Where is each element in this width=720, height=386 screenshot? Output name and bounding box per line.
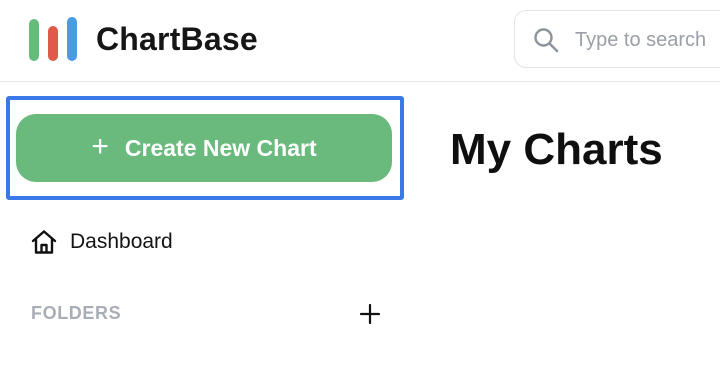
create-new-chart-button[interactable]: + Create New Chart	[16, 114, 392, 182]
folders-label: FOLDERS	[31, 303, 122, 323]
app-window: ChartBase + Create New Chart Dashboard F…	[0, 0, 720, 386]
logo-bar-green	[29, 19, 39, 61]
sidebar-item-dashboard[interactable]: Dashboard	[30, 224, 173, 260]
top-header: ChartBase	[0, 0, 720, 82]
create-button-label: Create New Chart	[124, 134, 317, 161]
app-logo[interactable]: ChartBase	[28, 16, 258, 62]
search-icon	[534, 28, 559, 53]
search-input[interactable]	[575, 23, 720, 57]
home-icon	[31, 230, 57, 254]
app-name: ChartBase	[96, 21, 258, 57]
logo-bars-icon	[28, 16, 80, 62]
sidebar-item-label: Dashboard	[70, 230, 173, 253]
logo-bar-blue	[67, 17, 77, 61]
add-folder-button[interactable]	[354, 298, 386, 330]
search-box[interactable]	[514, 10, 720, 68]
plus-icon	[359, 303, 381, 325]
plus-icon: +	[91, 130, 109, 163]
logo-bar-red	[48, 26, 58, 61]
page-title: My Charts	[450, 125, 663, 174]
folders-section-header: FOLDERS	[31, 298, 386, 330]
